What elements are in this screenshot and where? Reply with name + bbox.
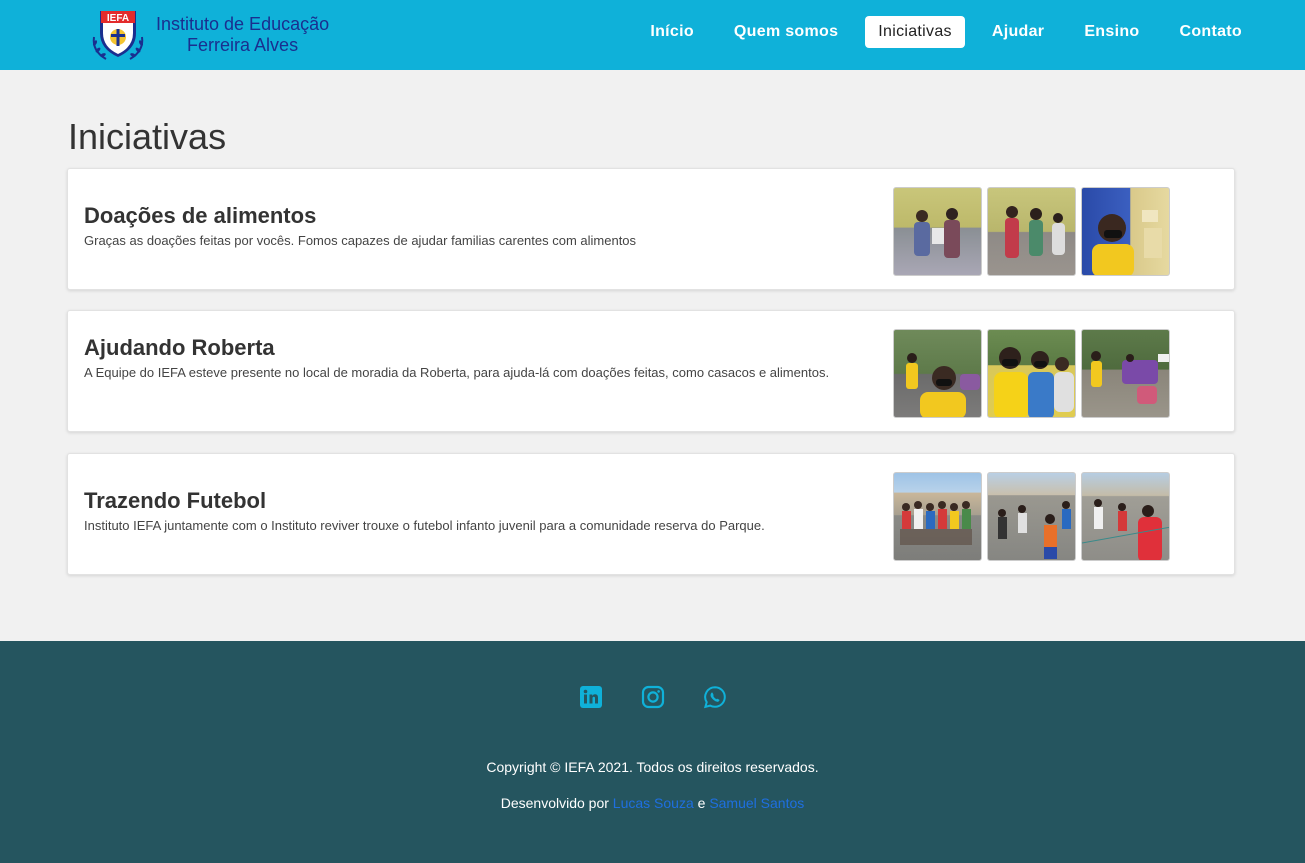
initiative-card-food-donations: Doações de alimentos Graças as doações f… <box>67 168 1235 290</box>
card-description: A Equipe do IEFA esteve presente no loca… <box>84 365 830 380</box>
nav-link-inicio[interactable]: Início <box>637 16 707 48</box>
photo-thumbnail[interactable] <box>893 329 982 418</box>
photo-thumbnail[interactable] <box>987 187 1076 276</box>
main-nav: Início Quem somos Iniciativas Ajudar Ens… <box>637 16 1255 48</box>
page-title: Iniciativas <box>68 116 227 157</box>
whatsapp-icon[interactable] <box>703 685 727 709</box>
developer-link-samuel[interactable]: Samuel Santos <box>709 795 804 811</box>
instagram-icon[interactable] <box>641 685 665 709</box>
photo-thumbnail[interactable] <box>987 472 1076 561</box>
nav-link-quem-somos[interactable]: Quem somos <box>721 16 851 48</box>
developed-by: Desenvolvido por Lucas Souza e Samuel Sa… <box>0 795 1305 811</box>
developer-separator: e <box>697 795 706 811</box>
nav-link-iniciativas[interactable]: Iniciativas <box>865 16 965 48</box>
photo-thumbnail[interactable] <box>893 187 982 276</box>
brand-line-2: Ferreira Alves <box>187 35 299 55</box>
card-title: Trazendo Futebol <box>84 488 267 513</box>
photo-thumbnail[interactable] <box>893 472 982 561</box>
navbar: IEFA Instituto de Educação Ferreira Alve… <box>0 0 1305 70</box>
card-photo-gallery <box>893 329 1170 418</box>
footer: Copyright © IEFA 2021. Todos os direitos… <box>0 641 1305 863</box>
initiative-card-helping-roberta: Ajudando Roberta A Equipe do IEFA esteve… <box>67 310 1235 432</box>
nav-link-contato[interactable]: Contato <box>1166 16 1255 48</box>
card-photo-gallery <box>893 187 1170 276</box>
card-title: Ajudando Roberta <box>84 335 275 360</box>
card-text: Ajudando Roberta A Equipe do IEFA esteve… <box>84 335 844 383</box>
nav-link-ensino[interactable]: Ensino <box>1071 16 1152 48</box>
linkedin-icon[interactable] <box>579 685 603 709</box>
social-links <box>0 685 1305 709</box>
iefa-logo: IEFA <box>92 11 144 60</box>
card-title: Doações de alimentos <box>84 203 317 228</box>
developer-link-lucas[interactable]: Lucas Souza <box>613 795 694 811</box>
card-photo-gallery <box>893 472 1170 561</box>
photo-thumbnail[interactable] <box>1081 329 1170 418</box>
photo-thumbnail[interactable] <box>1081 472 1170 561</box>
nav-link-ajudar[interactable]: Ajudar <box>979 16 1057 48</box>
photo-thumbnail[interactable] <box>1081 187 1170 276</box>
photo-thumbnail[interactable] <box>987 329 1076 418</box>
card-description: Graças as doações feitas por vocês. Fomo… <box>84 233 637 248</box>
card-text: Doações de alimentos Graças as doações f… <box>84 203 844 251</box>
developed-by-label: Desenvolvido por <box>500 795 609 811</box>
logo-text: IEFA <box>107 13 129 24</box>
card-text: Trazendo Futebol Instituto IEFA juntamen… <box>84 488 844 536</box>
copyright-text: Copyright © IEFA 2021. Todos os direitos… <box>486 759 819 775</box>
card-description: Instituto IEFA juntamente com o Institut… <box>84 518 765 533</box>
brand-home-link[interactable]: IEFA Instituto de Educação Ferreira Alve… <box>86 7 329 63</box>
brand-name: Instituto de Educação Ferreira Alves <box>156 14 329 56</box>
brand-line-1: Instituto de Educação <box>156 14 330 34</box>
initiative-card-bringing-football: Trazendo Futebol Instituto IEFA juntamen… <box>67 453 1235 575</box>
